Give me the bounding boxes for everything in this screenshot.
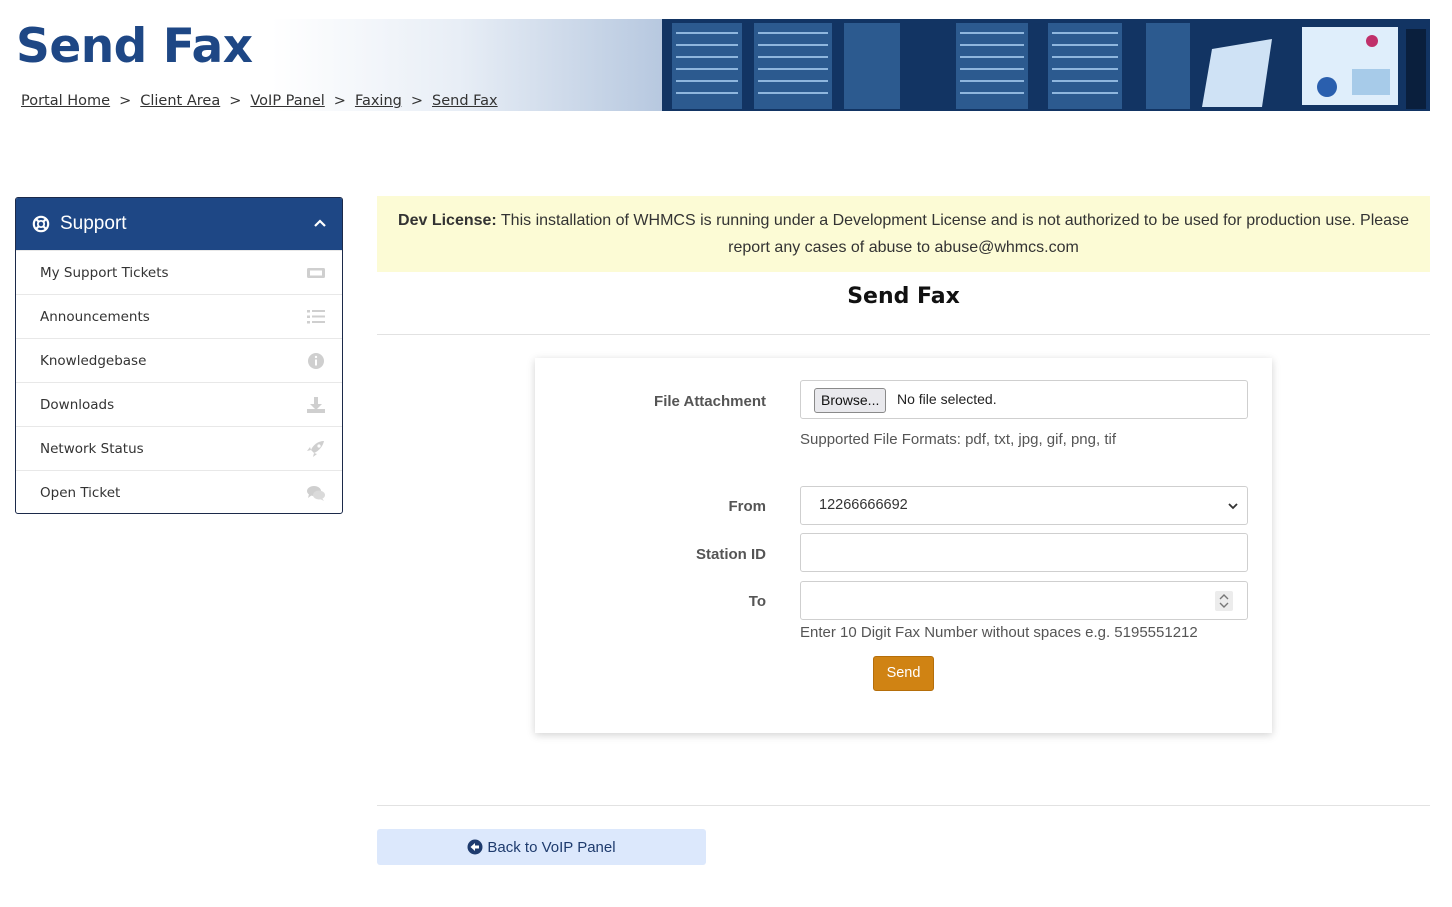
divider: [377, 334, 1430, 335]
breadcrumb-faxing[interactable]: Faxing: [355, 93, 402, 109]
breadcrumb-separator: >: [410, 93, 424, 109]
comments-icon: [307, 485, 325, 501]
download-icon: [307, 396, 325, 413]
breadcrumb-send-fax[interactable]: Send Fax: [432, 93, 498, 109]
back-to-voip-panel-button[interactable]: Back to VoIP Panel: [377, 829, 706, 865]
station-id-input[interactable]: [800, 533, 1248, 572]
station-id-label: Station ID: [696, 546, 766, 563]
dev-license-banner: Dev License: This installation of WHMCS …: [377, 196, 1430, 272]
breadcrumb-client-area[interactable]: Client Area: [140, 93, 220, 109]
sidebar-item-label: Announcements: [40, 308, 150, 325]
to-number-help: Enter 10 Digit Fax Number without spaces…: [800, 624, 1198, 641]
sidebar-header[interactable]: Support: [16, 198, 342, 250]
dev-license-text: This installation of WHMCS is running un…: [496, 212, 1409, 256]
ticket-icon: [307, 267, 325, 278]
from-label: From: [728, 498, 767, 515]
lifebuoy-icon: [32, 215, 50, 233]
back-button-label: Back to VoIP Panel: [487, 838, 616, 856]
chevron-up-icon[interactable]: [312, 215, 328, 231]
arrow-circle-left-icon: [467, 839, 483, 855]
page-header: Send Fax Portal Home > Client Area > VoIP Pa…: [0, 19, 1430, 111]
from-select-value: 12266666692: [819, 497, 908, 513]
chevron-down-icon: [1228, 503, 1238, 510]
sidebar-item-label: Downloads: [40, 396, 115, 413]
file-status-text: No file selected.: [897, 391, 997, 407]
file-formats-help: Supported File Formats: pdf, txt, jpg, g…: [800, 431, 1116, 448]
file-attachment-label: File Attachment: [654, 393, 766, 410]
send-button[interactable]: Send: [873, 656, 934, 691]
breadcrumb: Portal Home > Client Area > VoIP Panel > Faxin…: [21, 93, 498, 109]
page-title: Send Fax: [16, 19, 253, 74]
sidebar-item-my-support-tickets[interactable]: My Support Tickets: [16, 250, 342, 294]
to-number-input[interactable]: [800, 581, 1248, 620]
number-spinner-icon[interactable]: [1215, 591, 1233, 611]
server-rack-banner-image: [662, 19, 1430, 111]
dev-license-label: Dev License:: [398, 212, 497, 229]
breadcrumb-separator: >: [229, 93, 242, 109]
sidebar-item-knowledgebase[interactable]: Knowledgebase: [16, 338, 342, 382]
breadcrumb-portal-home[interactable]: Portal Home: [21, 93, 110, 109]
file-attachment-input[interactable]: Browse... No file selected.: [800, 380, 1248, 419]
section-title: Send Fax: [847, 284, 960, 309]
sidebar-item-label: Network Status: [40, 440, 144, 457]
breadcrumb-separator: >: [119, 93, 132, 109]
info-icon: [308, 352, 324, 369]
sidebar-item-network-status[interactable]: Network Status: [16, 426, 342, 470]
divider: [377, 805, 1430, 806]
sidebar-item-announcements[interactable]: Announcements: [16, 294, 342, 338]
from-select[interactable]: 12266666692: [800, 486, 1248, 525]
browse-button[interactable]: Browse...: [814, 388, 887, 413]
sidebar-item-open-ticket[interactable]: Open Ticket: [16, 470, 342, 513]
send-fax-form-card: File Attachment Browse... No file select…: [535, 358, 1272, 733]
breadcrumb-voip-panel[interactable]: VoIP Panel: [250, 93, 324, 109]
sidebar-item-label: My Support Tickets: [40, 264, 169, 281]
to-label: To: [748, 593, 766, 610]
breadcrumb-separator: >: [333, 93, 346, 109]
sidebar-item-label: Open Ticket: [40, 484, 121, 501]
support-sidebar: Support My Support Tickets Announcements…: [15, 197, 343, 514]
rocket-icon: [307, 440, 324, 457]
sidebar-title: Support: [60, 213, 127, 234]
sidebar-item-downloads[interactable]: Downloads: [16, 382, 342, 426]
list-icon: [307, 309, 325, 323]
sidebar-item-label: Knowledgebase: [40, 352, 147, 369]
